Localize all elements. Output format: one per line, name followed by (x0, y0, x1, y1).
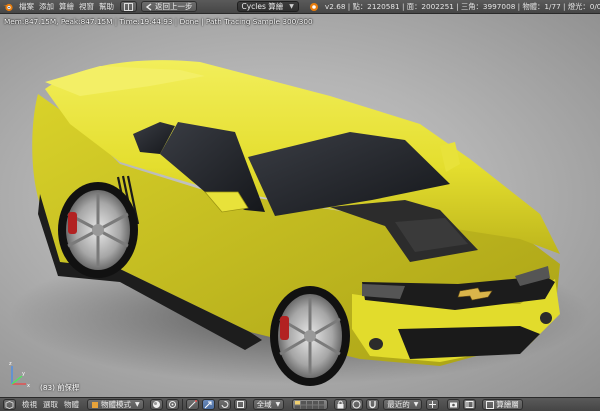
render-animation-button[interactable] (463, 399, 477, 410)
object-mode-icon (92, 401, 98, 408)
lock-icon (337, 400, 344, 409)
active-object-label: (83) 前保桿 (40, 383, 80, 392)
separator (181, 399, 183, 410)
rotate-manipulator-button[interactable] (217, 399, 231, 410)
shading-sphere-icon (152, 401, 160, 408)
cube-icon (5, 400, 14, 409)
scene-stats: v2.68 | 點：2120581 | 面：2002251 | 三角：39970… (324, 1, 600, 11)
camera-icon (450, 402, 458, 408)
render-status-text: Mem:847.15M, Peak:847.15M | Time:19:44.9… (4, 17, 313, 26)
menu-select[interactable]: 選取 (43, 399, 58, 410)
lower-grille (398, 326, 540, 359)
menu-object[interactable]: 物體 (64, 399, 79, 410)
menu-view[interactable]: 檢視 (22, 399, 37, 410)
pivot-point-button[interactable] (165, 399, 179, 410)
snap-element-label: 最近的 (387, 400, 410, 409)
render-layer-label: 算繪層 (496, 400, 519, 409)
transform-orientation-label: 全域 (256, 400, 272, 409)
interaction-mode-dropdown[interactable]: 物體模式 ▼ (87, 399, 144, 410)
rendered-car-image (10, 60, 590, 386)
back-button-label: 返回上一步 (155, 2, 193, 11)
render-still-button[interactable] (447, 399, 461, 410)
proportional-edit-button[interactable] (350, 399, 364, 410)
layers-grid-icon (295, 400, 325, 409)
menu-add[interactable]: 添加 (39, 1, 54, 12)
3d-view-header: 檢視 選取 物體 物體模式 ▼ 全域 ▼ 最近的 ▼ 算繪層 (0, 397, 600, 411)
chevron-down-icon: ▼ (135, 401, 140, 408)
film-icon (465, 401, 474, 408)
snap-element-dropdown[interactable]: 最近的 ▼ (383, 399, 423, 410)
back-to-previous-button[interactable]: 返回上一步 (141, 1, 197, 12)
snap-align-button[interactable] (426, 399, 440, 410)
info-header: 檔案 添加 算繪 視窗 幫助 返回上一步 Cycles 算繪 ▼ v2.68 |… (0, 0, 600, 14)
render-layer-icon (486, 400, 495, 409)
chevron-down-icon: ▼ (289, 3, 294, 10)
menu-file[interactable]: 檔案 (19, 1, 34, 12)
translate-manipulator-button[interactable] (201, 399, 215, 410)
snap-toggle-button[interactable] (366, 399, 380, 410)
interaction-mode-label: 物體模式 (101, 400, 131, 409)
fog-light-right (540, 312, 552, 324)
fog-light-left (369, 338, 383, 350)
svg-text:z: z (9, 361, 12, 367)
menu-help[interactable]: 幫助 (99, 1, 114, 12)
render-progress-icon (309, 1, 319, 13)
align-icon (429, 401, 437, 408)
layout-grid-icon (124, 2, 133, 11)
chevron-down-icon: ▼ (275, 401, 281, 408)
back-arrow-icon (145, 2, 152, 11)
blender-logo-icon[interactable] (2, 1, 14, 13)
arrow-icon (204, 401, 212, 409)
svg-text:x: x (27, 383, 30, 389)
chevron-down-icon: ▼ (413, 401, 419, 408)
screen-layout-icon-button[interactable] (120, 1, 137, 12)
render-layer-button[interactable]: 算繪層 (482, 399, 523, 410)
front-brake-caliper (280, 316, 289, 340)
viewport-shading-button[interactable] (149, 399, 163, 410)
lock-camera-button[interactable] (334, 399, 348, 410)
3d-viewport[interactable]: Mem:847.15M, Peak:847.15M | Time:19:44.9… (0, 14, 600, 397)
svg-text:y: y (22, 371, 25, 377)
layer-buttons[interactable] (292, 399, 329, 410)
render-engine-dropdown[interactable]: Cycles 算繪 ▼ (236, 1, 299, 12)
editor-type-button[interactable] (3, 399, 16, 410)
transform-orientation-dropdown[interactable]: 全域 ▼ (252, 399, 285, 410)
rotate-icon (221, 400, 229, 408)
magnet-icon (369, 401, 376, 409)
front-hub (304, 330, 316, 342)
axis-gizmo-icon: z x y (9, 361, 30, 389)
rear-brake-caliper (68, 212, 77, 234)
scale-icon (236, 401, 244, 408)
manipulator-toggle-button[interactable] (185, 399, 199, 410)
pivot-icon (168, 401, 176, 408)
manipulator-icon (188, 400, 197, 409)
render-engine-label: Cycles 算繪 (241, 2, 284, 11)
proportional-icon (352, 400, 361, 409)
menu-window[interactable]: 視窗 (79, 1, 94, 12)
rear-hub (92, 224, 104, 236)
menu-render[interactable]: 算繪 (59, 1, 74, 12)
scale-manipulator-button[interactable] (233, 399, 247, 410)
